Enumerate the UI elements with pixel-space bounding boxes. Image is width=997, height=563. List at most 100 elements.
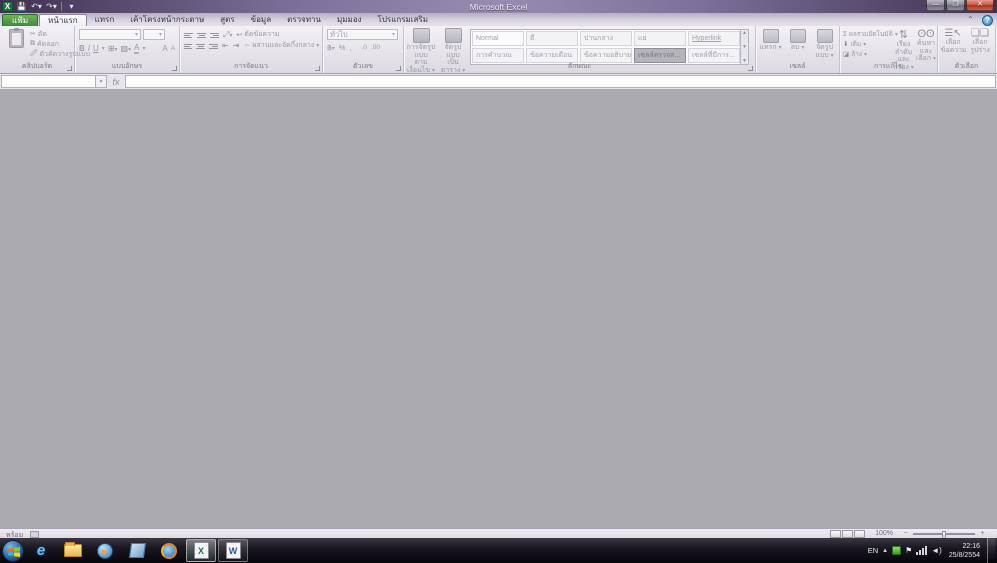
zoom-out-icon[interactable]: −: [901, 530, 910, 538]
font-name-combo[interactable]: ▾: [79, 29, 141, 40]
close-button[interactable]: ✕: [966, 0, 994, 11]
alignment-dialog-launcher[interactable]: [315, 66, 320, 71]
currency-format-icon[interactable]: ฿▾: [327, 43, 335, 52]
redo-icon[interactable]: ↷▾: [45, 1, 58, 12]
help-icon[interactable]: ?: [982, 15, 993, 26]
tab-file[interactable]: แฟ้ม: [2, 14, 39, 26]
shrink-font-button[interactable]: A: [171, 45, 175, 52]
security-tray-icon[interactable]: [892, 546, 902, 555]
network-icon[interactable]: [916, 546, 928, 555]
tab-formulas[interactable]: สูตร: [212, 14, 242, 26]
clipboard-dialog-launcher[interactable]: [67, 66, 72, 71]
cut-button[interactable]: ✂ ตัด: [30, 29, 74, 39]
qat-customize-icon[interactable]: ▾: [65, 1, 78, 12]
start-button[interactable]: [2, 539, 24, 562]
action-center-flag-icon[interactable]: ⚑: [905, 546, 912, 555]
tab-view[interactable]: มุมมอง: [329, 14, 370, 26]
name-box[interactable]: [1, 75, 96, 88]
style-bad[interactable]: แย่: [634, 31, 686, 46]
number-format-combo[interactable]: ทั่วไป ▾: [327, 29, 398, 40]
comma-format-icon[interactable]: ,: [349, 43, 351, 52]
grow-font-button[interactable]: A: [162, 44, 167, 53]
show-hidden-icons[interactable]: ▲: [882, 548, 888, 554]
font-color-dropdown-icon[interactable]: ▾: [142, 45, 145, 52]
align-bottom-icon[interactable]: [210, 32, 219, 38]
font-color-icon[interactable]: A: [134, 43, 140, 54]
underline-dropdown-icon[interactable]: ▾: [102, 45, 105, 52]
zoom-level-label[interactable]: 100%: [875, 530, 893, 537]
tab-data[interactable]: ข้อมูล: [243, 14, 279, 26]
taskbar-firefox[interactable]: [154, 539, 184, 562]
clock[interactable]: 22:16 25/8/2554: [946, 542, 983, 560]
undo-icon[interactable]: ↶▾: [30, 1, 43, 12]
shapes-icon: ❏❏: [971, 28, 989, 39]
zoom-in-icon[interactable]: +: [978, 530, 987, 538]
increase-indent-icon[interactable]: ⇥: [233, 41, 240, 50]
font-size-combo[interactable]: ▾: [143, 29, 165, 40]
language-indicator[interactable]: EN: [868, 546, 878, 555]
number-dialog-launcher[interactable]: [396, 66, 401, 71]
underline-button[interactable]: U: [93, 44, 99, 53]
zoom-slider[interactable]: − +: [901, 530, 987, 539]
increase-decimal-icon[interactable]: .0: [362, 44, 367, 51]
style-hyperlink[interactable]: Hyperlink: [688, 31, 740, 46]
ribbon-home: ✂ ตัด ⧉ คัดลอก 🖉 ตัวคัดวางรูปแบบ คลิปบอร…: [0, 26, 997, 74]
sigma-icon: Σ: [843, 30, 848, 38]
tab-review[interactable]: ตรวจทาน: [279, 14, 329, 26]
percent-format-icon[interactable]: %: [339, 43, 346, 52]
style-good[interactable]: ดี: [526, 31, 578, 46]
taskbar-media-player[interactable]: ▶: [90, 539, 120, 562]
format-painter-button[interactable]: 🖉 ตัวคัดวางรูปแบบ: [30, 49, 90, 59]
excel-app-icon[interactable]: X: [2, 1, 13, 12]
decrease-decimal-icon[interactable]: .00: [371, 44, 380, 51]
taskbar-photo-viewer[interactable]: [122, 539, 152, 562]
tab-page-layout[interactable]: เค้าโครงหน้ากระดาษ: [122, 14, 212, 26]
clear-button[interactable]: ◪ ล้าง ▾: [843, 49, 891, 59]
fill-color-icon[interactable]: ▨▾: [121, 44, 132, 53]
formula-input[interactable]: [125, 75, 996, 88]
gallery-scrollbar[interactable]: ▲ ▼ ▼: [740, 29, 749, 65]
windows-taskbar: e ▶ X W EN ▲ ⚑ ◄) 22:16 25/8/2554: [0, 538, 997, 563]
style-normal[interactable]: Normal: [472, 31, 524, 46]
align-left-icon[interactable]: [184, 43, 192, 49]
view-page-break-button[interactable]: [854, 530, 865, 538]
bold-button[interactable]: B: [79, 44, 85, 53]
orientation-icon[interactable]: ⤢▾: [223, 30, 232, 40]
tab-addins[interactable]: โปรแกรมเสริม: [370, 14, 436, 26]
italic-button[interactable]: I: [88, 44, 90, 53]
align-center-icon[interactable]: [196, 43, 205, 49]
styles-dialog-launcher[interactable]: [748, 66, 753, 71]
autosum-button[interactable]: Σ ผลรวมอัตโนมัติ ▾: [843, 29, 898, 39]
show-desktop-button[interactable]: [987, 538, 995, 563]
minimize-ribbon-icon[interactable]: ⌃: [964, 16, 977, 25]
copy-button[interactable]: ⧉ คัดลอก: [30, 39, 74, 49]
fill-button[interactable]: ⬇ เติม ▾: [843, 39, 891, 49]
merge-center-button[interactable]: ⇔ ผสานและจัดกึ่งกลาง ▾: [243, 40, 319, 51]
restore-button[interactable]: ❐: [946, 0, 965, 11]
taskbar-internet-explorer[interactable]: e: [26, 539, 56, 562]
wrap-text-button[interactable]: ↩ ตัดข้อความ: [236, 29, 279, 40]
save-icon[interactable]: 💾: [15, 1, 28, 12]
zoom-slider-track[interactable]: [913, 531, 975, 539]
view-normal-button[interactable]: [830, 530, 841, 538]
borders-icon[interactable]: ⊞▾: [108, 44, 118, 53]
align-top-icon[interactable]: [184, 32, 193, 38]
minimize-button[interactable]: —: [926, 0, 945, 11]
align-right-icon[interactable]: [209, 43, 218, 49]
view-page-layout-button[interactable]: [842, 530, 853, 538]
tab-insert[interactable]: แทรก: [87, 14, 123, 26]
name-box-dropdown-icon[interactable]: ▾: [96, 75, 107, 88]
volume-icon[interactable]: ◄): [931, 546, 942, 555]
style-neutral[interactable]: ปานกลาง: [580, 31, 632, 46]
find-select-button[interactable]: ʘʘ ค้นหาและ เลือก ▾: [915, 28, 937, 64]
insert-function-icon[interactable]: fx: [107, 77, 125, 87]
macro-record-icon[interactable]: [30, 530, 39, 538]
font-dialog-launcher[interactable]: [172, 66, 177, 71]
tab-home[interactable]: หน้าแรก: [39, 14, 87, 26]
taskbar-excel-active[interactable]: X: [186, 539, 216, 562]
decrease-indent-icon[interactable]: ⇤: [222, 41, 229, 50]
taskbar-word[interactable]: W: [218, 539, 248, 562]
paste-button[interactable]: [4, 28, 28, 61]
align-middle-icon[interactable]: [197, 32, 206, 38]
taskbar-file-explorer[interactable]: [58, 539, 88, 562]
